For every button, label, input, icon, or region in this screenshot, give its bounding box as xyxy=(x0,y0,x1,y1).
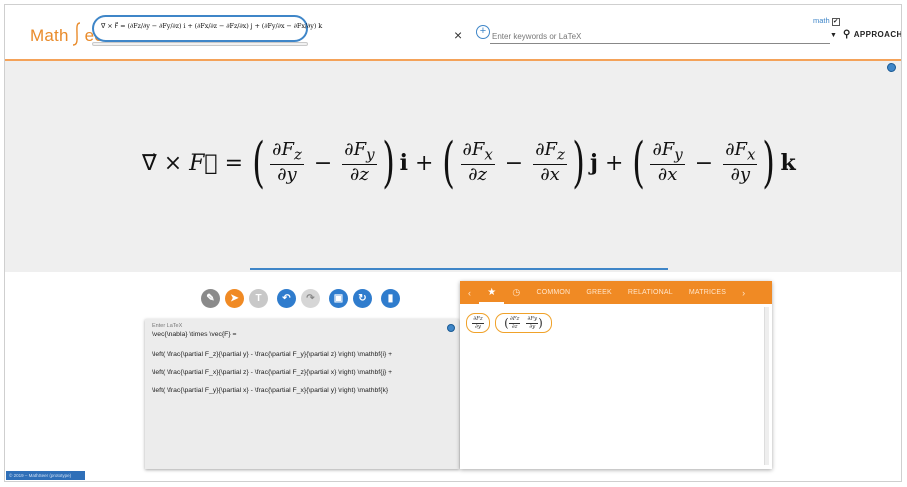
tab-greek[interactable]: GREEK xyxy=(578,289,620,296)
paren-open: ( xyxy=(252,131,265,194)
tab-common[interactable]: COMMON xyxy=(528,289,578,296)
paren-close: ) xyxy=(762,131,776,194)
refresh-icon: ↻ xyxy=(358,292,367,304)
query-chip[interactable]: ∇⃗ × F⃗ = (∂Fz/∂y − ∂Fy/∂z) i + (∂Fx/∂z … xyxy=(92,15,322,42)
tab-relational[interactable]: RELATIONAL xyxy=(620,289,681,296)
fraction: ∂Fy ∂x xyxy=(650,139,685,186)
unit-vector-k: k xyxy=(780,150,796,176)
formula-nabla: ∇⃗ xyxy=(142,150,157,176)
undo-button[interactable]: ↶ xyxy=(277,288,296,308)
formula-minus: − xyxy=(313,150,333,176)
symbol-palette: ‹ ★ ◷ COMMON GREEK RELATIONAL MATRICES ›… xyxy=(460,281,772,469)
latex-line[interactable]: \left( \frac{\partial F_x}{\partial z} -… xyxy=(152,369,392,376)
palette-tabs: ‹ ★ ◷ COMMON GREEK RELATIONAL MATRICES › xyxy=(460,281,772,304)
search-icon: ⚲ xyxy=(843,29,851,40)
clear-canvas-button[interactable]: ▮ xyxy=(381,288,400,308)
latex-editor-label: Enter LaTeX xyxy=(152,323,183,329)
search-engine-dropdown-icon[interactable]: ▼ xyxy=(830,32,837,39)
fraction: ∂Fy ∂z xyxy=(342,139,377,186)
fraction: ∂Fx ∂y xyxy=(723,139,758,186)
latex-line[interactable]: \vec{\nabla} \times \vec{F} = xyxy=(152,331,236,338)
math-checkbox[interactable]: ✔ xyxy=(831,18,840,26)
unit-vector-i: i xyxy=(399,150,408,176)
paren-close: ) xyxy=(381,131,395,194)
editor-status-dot[interactable] xyxy=(447,324,455,332)
unit-vector-j: j xyxy=(590,150,598,176)
palette-scrollbar[interactable] xyxy=(764,307,769,465)
logo-integral-icon xyxy=(72,22,80,46)
pen-icon: ✎ xyxy=(206,292,215,304)
search-button-label: APPROACH0 xyxy=(853,30,901,39)
top-bar: Matheer ∇⃗ × F⃗ = (∂Fz/∂y − ∂Fy/∂z) i + … xyxy=(5,5,901,61)
latex-line[interactable]: \left( \frac{\partial F_y}{\partial x} -… xyxy=(152,387,388,394)
latex-line[interactable]: \left( \frac{\partial F_z}{\partial y} -… xyxy=(152,351,392,358)
fraction: ∂Fz ∂y xyxy=(270,139,304,186)
math-toggle[interactable]: math ✔ xyxy=(813,16,840,26)
palette-symbol[interactable]: ∂Fz ∂y xyxy=(466,313,490,333)
formula-equals: = xyxy=(224,150,244,176)
trash-icon: ▮ xyxy=(387,292,394,304)
text-tool-button[interactable]: T xyxy=(249,288,268,308)
select-tool-button[interactable]: ➤ xyxy=(225,288,244,308)
pen-tool-button[interactable]: ✎ xyxy=(201,288,220,308)
paren-open: ( xyxy=(442,131,456,194)
formula-times: × xyxy=(163,150,183,176)
app-window: Matheer ∇⃗ × F⃗ = (∂Fz/∂y − ∂Fy/∂z) i + … xyxy=(4,4,902,482)
clear-query-button[interactable]: × xyxy=(454,27,462,43)
fraction: ∂Fx ∂z xyxy=(460,139,495,186)
pointer-icon: ➤ xyxy=(230,292,239,304)
symbol-fraction: ∂Fy ∂y xyxy=(526,316,539,330)
palette-next-icon[interactable]: › xyxy=(734,288,753,298)
formula-preview-area: ∇⃗ × F⃗ = ( ∂Fz ∂y − ∂Fy ∂z ) i + ( ∂Fx ∂z … xyxy=(5,61,901,272)
formula-minus: − xyxy=(694,150,714,176)
preview-status-dot[interactable] xyxy=(887,63,896,72)
query-chip-formula: ∇⃗ × F⃗ = (∂Fz/∂y − ∂Fy/∂z) i + (∂Fx/∂z … xyxy=(101,22,323,30)
upload-image-button[interactable]: ▣ xyxy=(329,288,348,308)
math-toggle-label: math xyxy=(813,16,830,25)
search-input[interactable] xyxy=(490,30,830,44)
latex-editor[interactable]: Enter LaTeX \vec{\nabla} \times \vec{F} … xyxy=(145,319,459,469)
redo-icon: ↷ xyxy=(306,292,315,304)
formula-plus: + xyxy=(604,150,624,176)
formula-minus: − xyxy=(504,150,524,176)
text-icon: T xyxy=(255,292,262,304)
star-icon: ★ xyxy=(487,287,497,298)
symbol-fraction: ∂Fz ∂y xyxy=(472,316,484,330)
formula-F: F⃗ xyxy=(189,150,218,176)
refresh-button[interactable]: ↻ xyxy=(353,288,372,308)
editor-toolbar: ✎ ➤ T ↶ ↷ ▣ ↻ ▮ xyxy=(201,287,405,309)
tab-favorites[interactable]: ★ xyxy=(479,287,505,304)
paren-open: ( xyxy=(632,131,646,194)
formula-plus: + xyxy=(415,150,434,176)
tab-matrices[interactable]: MATRICES xyxy=(681,289,734,296)
symbol-fraction: ∂Fz ∂z xyxy=(508,316,521,330)
fraction: ∂Fz ∂x xyxy=(533,139,567,186)
undo-icon: ↶ xyxy=(282,292,291,304)
palette-symbol[interactable]: ( ∂Fz ∂z ∂Fy ∂y ) xyxy=(495,313,552,333)
image-icon: ▣ xyxy=(333,292,344,304)
rendered-formula: ∇⃗ × F⃗ = ( ∂Fz ∂y − ∂Fy ∂z ) i + ( ∂Fx ∂z … xyxy=(142,136,796,190)
paren-close: ) xyxy=(572,131,585,194)
logo-text-left: Math xyxy=(30,26,69,45)
footer-badge: © 2019 – MathSeer (prototype) xyxy=(6,471,85,480)
panel-resize-handle[interactable] xyxy=(250,268,668,270)
redo-button[interactable]: ↷ xyxy=(301,288,320,308)
palette-prev-icon[interactable]: ‹ xyxy=(460,288,479,298)
query-scrollbar[interactable] xyxy=(92,42,308,46)
search-approach0-button[interactable]: ⚲APPROACH0 xyxy=(843,29,901,40)
add-keyword-button[interactable]: + xyxy=(476,25,490,39)
history-icon: ◷ xyxy=(512,287,521,297)
tab-history[interactable]: ◷ xyxy=(504,287,528,298)
